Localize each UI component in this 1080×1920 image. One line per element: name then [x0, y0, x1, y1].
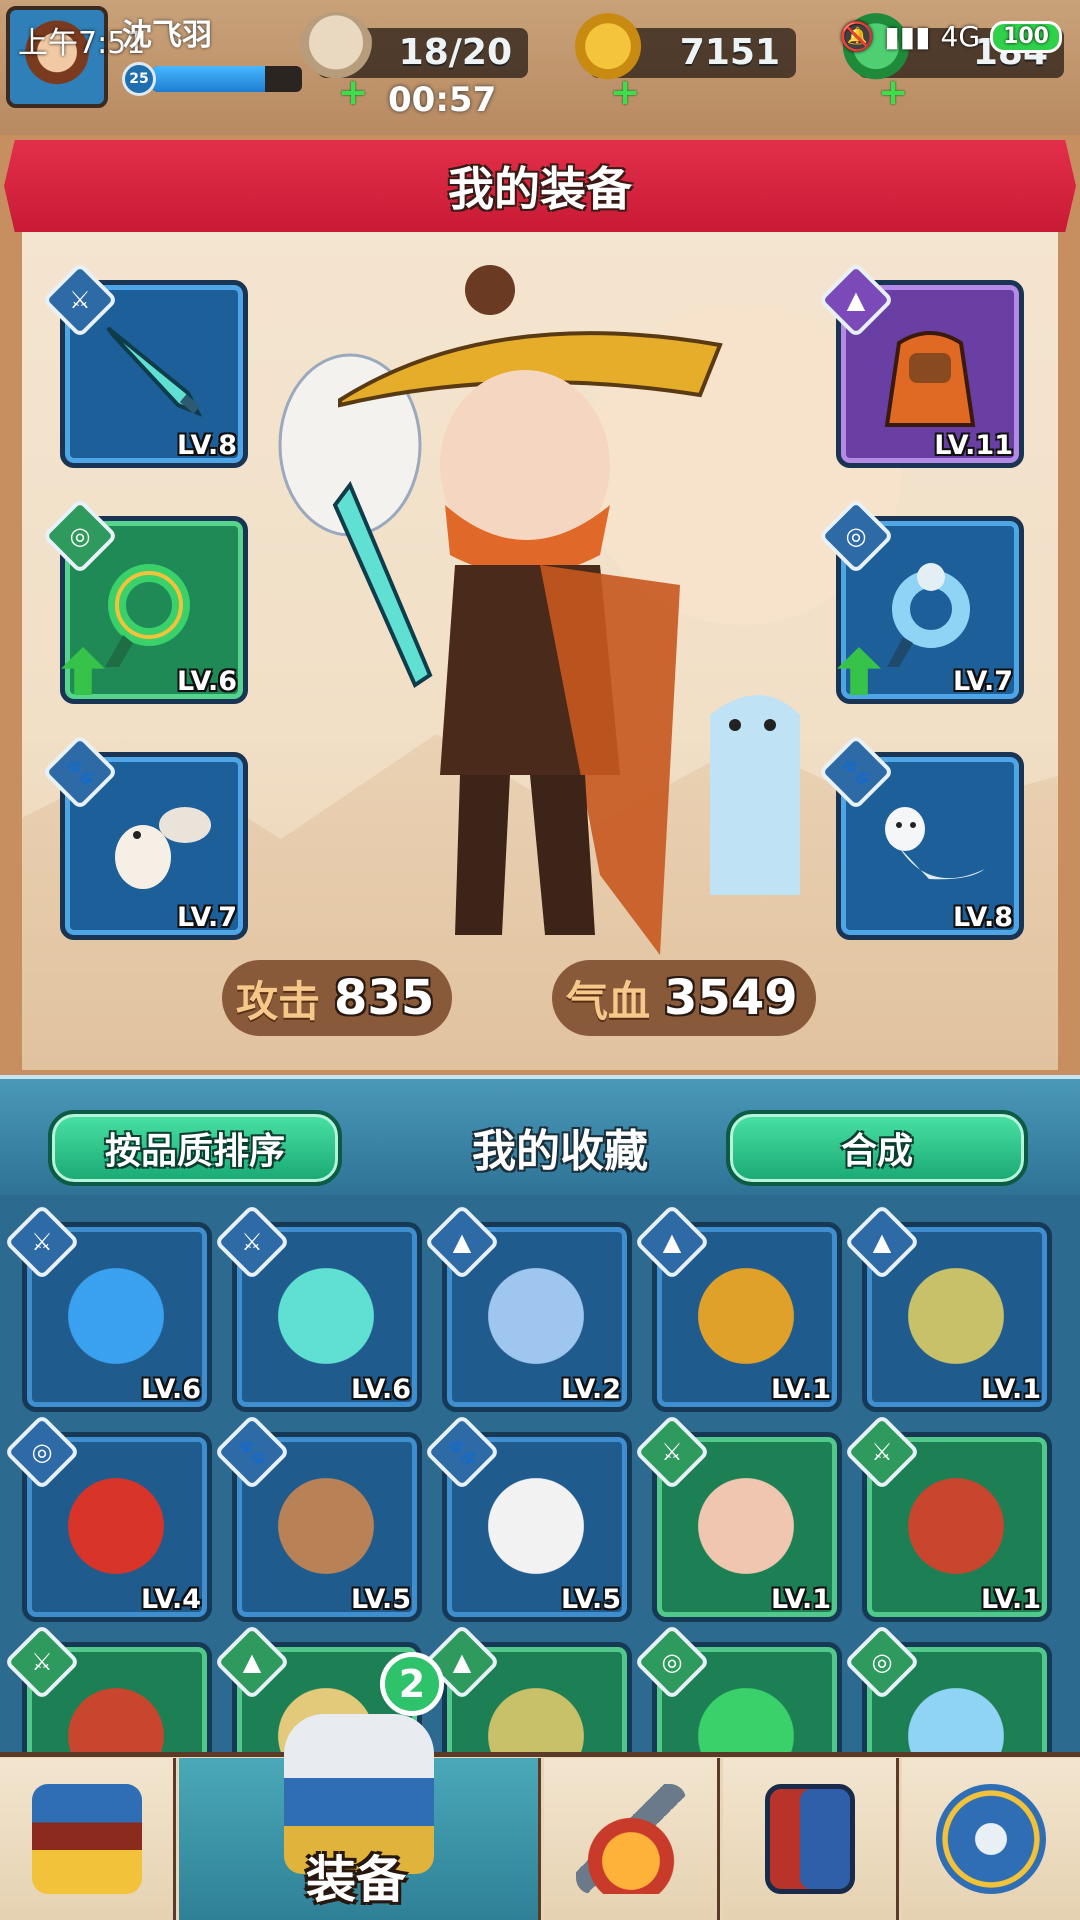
nav-equipment-label: 装备	[306, 1851, 406, 1909]
equip-level: LV.8	[177, 430, 237, 461]
attack-label: 攻击	[236, 976, 321, 1026]
landscape-fan-icon	[685, 1465, 807, 1587]
collection-item[interactable]: ⚔ LV.6	[213, 1203, 422, 1412]
nav-equipment-badge: 2	[380, 1652, 444, 1716]
gold-value: 7151	[679, 32, 780, 73]
attack-stat: 攻击 835	[222, 960, 453, 1036]
merge-button[interactable]: 合成	[726, 1110, 1028, 1186]
hp-stat: 气血 3549	[552, 960, 816, 1036]
collection-item[interactable]: 🐾 LV.5	[423, 1413, 632, 1622]
gold-armor-icon	[685, 1255, 807, 1377]
collection-item-level: LV.1	[981, 1374, 1041, 1405]
player-level-badge: 25	[122, 62, 156, 96]
collection-item[interactable]: ◎ LV.4	[3, 1413, 212, 1622]
monkey-icon	[265, 1465, 387, 1587]
hp-value: 3549	[664, 970, 798, 1026]
collection-item-level: LV.1	[771, 1374, 831, 1405]
nav-settings[interactable]	[902, 1758, 1080, 1920]
equip-slot-accessory-left[interactable]: ◎ LV.6	[41, 497, 248, 704]
equip-slot-pet-left[interactable]: 🐾 LV.7	[41, 733, 248, 940]
add-gold-icon[interactable]: +	[610, 75, 640, 111]
stamina-counter[interactable]: + 18/20	[298, 12, 528, 111]
jade-pendant-icon	[93, 549, 215, 671]
equip-level: LV.8	[953, 902, 1013, 933]
hero-character[interactable]	[240, 255, 840, 955]
collection-title: 我的收藏	[472, 1126, 648, 1177]
equip-level: LV.6	[177, 666, 237, 697]
red-pendant-icon	[55, 1465, 177, 1587]
nav-forge[interactable]	[544, 1758, 720, 1920]
collection-item-level: LV.2	[561, 1374, 621, 1405]
add-stamina-icon[interactable]: +	[338, 75, 368, 111]
equip-level: LV.7	[953, 666, 1013, 697]
signal-icon: ▮▮▮	[884, 20, 931, 53]
collection-item[interactable]: ⚔ LV.1	[843, 1413, 1052, 1622]
collection-item[interactable]: ▲ LV.1	[633, 1203, 842, 1412]
shop-icon	[31, 1784, 142, 1894]
collection-item-level: LV.1	[981, 1584, 1041, 1615]
book-icon	[764, 1784, 855, 1894]
hp-label: 气血	[566, 976, 651, 1026]
equip-slot-accessory-right[interactable]: ◎ LV.7	[817, 497, 1024, 704]
panda-icon	[475, 1465, 597, 1587]
nav-book[interactable]	[723, 1758, 899, 1920]
network-type: 4G	[940, 20, 981, 53]
xp-bar-fill	[152, 66, 265, 92]
equip-level: LV.7	[177, 902, 237, 933]
collection-item[interactable]: 🐾 LV.5	[213, 1413, 422, 1622]
equip-slot-armor[interactable]: ▲ LV.11	[817, 261, 1024, 468]
player-name: 沈飞羽	[122, 18, 212, 53]
nav-shop[interactable]	[0, 1758, 176, 1920]
battery-indicator: 100	[990, 20, 1062, 53]
blue-fan-icon	[55, 1255, 177, 1377]
collection-item[interactable]: ⚔ LV.1	[633, 1413, 842, 1622]
gear-icon	[936, 1784, 1046, 1894]
blue-pendant-icon	[869, 549, 991, 671]
status-bar-right: 🔕 ▮▮▮ 4G 100	[839, 20, 1062, 53]
crossbow-icon	[895, 1465, 1017, 1587]
green-robe-icon	[895, 1255, 1017, 1377]
gold-counter[interactable]: + 7151	[570, 12, 796, 111]
attack-value: 835	[334, 970, 435, 1026]
forge-icon	[575, 1784, 686, 1894]
collection-item[interactable]: ▲ LV.2	[423, 1203, 632, 1412]
sort-by-quality-button[interactable]: 按品质排序	[48, 1110, 342, 1186]
collection-item-level: LV.5	[351, 1584, 411, 1615]
snow-cloak-icon	[475, 1255, 597, 1377]
equip-slot-weapon[interactable]: ⚔ LV.8	[41, 261, 248, 468]
xp-bar	[152, 66, 302, 92]
collection-item-level: LV.4	[141, 1584, 201, 1615]
add-jade-icon[interactable]: +	[878, 75, 908, 111]
equip-level: LV.11	[934, 430, 1013, 461]
white-squirrel-icon	[93, 785, 215, 907]
equipment-title: 我的装备	[448, 162, 632, 216]
collection-item-level: LV.6	[141, 1374, 201, 1405]
white-ferret-icon	[869, 785, 991, 907]
equipment-banner: 我的装备	[4, 140, 1076, 232]
ferret-pet-icon	[710, 695, 800, 895]
collection-item[interactable]: ▲ LV.1	[843, 1203, 1052, 1412]
jade-dagger-icon	[93, 313, 215, 435]
stamina-timer: 00:57	[388, 80, 497, 120]
jade-dagger-icon	[265, 1255, 387, 1377]
stamina-value: 18/20	[398, 32, 512, 73]
collection-item-level: LV.5	[561, 1584, 621, 1615]
equip-slot-pet-right[interactable]: 🐾 LV.8	[817, 733, 1024, 940]
collection-item-level: LV.1	[771, 1584, 831, 1615]
collection-item-level: LV.6	[351, 1374, 411, 1405]
mute-icon: 🔕	[839, 20, 875, 53]
collection-item[interactable]: ⚔ LV.6	[3, 1203, 212, 1412]
orange-cape-icon	[869, 313, 991, 435]
